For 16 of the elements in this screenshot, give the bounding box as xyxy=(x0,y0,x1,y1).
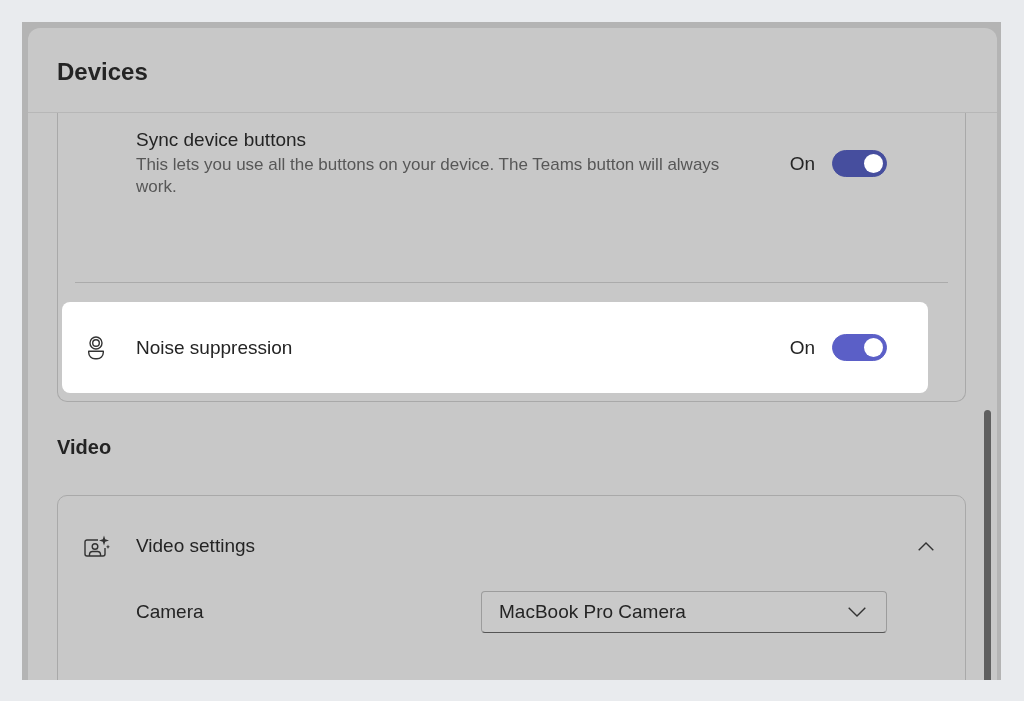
field-label: Camera xyxy=(136,600,204,624)
collapse-button[interactable] xyxy=(918,541,934,551)
panel-title: Devices xyxy=(57,57,148,87)
toggle-state-label: On xyxy=(789,336,815,359)
section-heading: Video xyxy=(57,435,112,459)
chevron-icon xyxy=(918,541,934,551)
setting-label: Video settings xyxy=(136,534,255,558)
setting-description: This lets you use all the buttons on your device. The Teams button will always work. xyxy=(136,154,721,198)
scrollbar-thumb[interactable] xyxy=(984,410,991,680)
setting-label: Noise suppression xyxy=(136,336,293,359)
toggle-state-label: On xyxy=(789,152,815,175)
chevron-down-icon xyxy=(848,607,866,617)
camera-dropdown[interactable]: MacBook Pro Camera xyxy=(481,591,887,633)
toggle-switch[interactable] xyxy=(832,150,887,177)
camera-sparkle-icon xyxy=(84,535,110,557)
setting-label: Sync device buttons xyxy=(136,129,307,151)
